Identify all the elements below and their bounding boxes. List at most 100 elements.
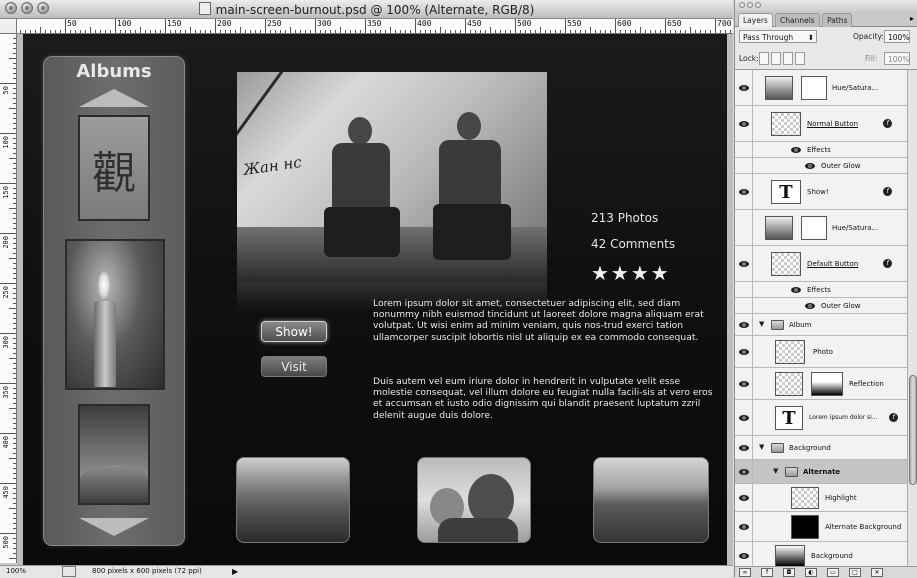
new-group-icon[interactable]: ▭ [827,568,839,577]
outer-glow-effect-row[interactable]: Outer Glow [735,158,907,174]
visibility-toggle[interactable] [735,336,753,367]
visibility-toggle[interactable] [735,158,753,173]
panel-close-icon[interactable] [739,2,745,8]
layer-row-hue-saturation-1[interactable]: Hue/Satura... [735,70,907,106]
vertical-ruler[interactable]: 50100150200250300350400450500550 [0,19,17,563]
visibility-toggle[interactable] [735,174,753,209]
tab-paths[interactable]: Paths [822,13,853,27]
group-expand-triangle-icon[interactable]: ▼ [773,467,778,475]
panel-menu-icon[interactable]: ▸ [910,14,914,23]
delete-layer-icon[interactable]: ✕ [871,568,883,577]
layer-row-hue-saturation-2[interactable]: Hue/Satura... [735,210,907,246]
add-mask-icon[interactable]: ◘ [783,568,795,577]
status-menu-arrow-icon[interactable]: ▶ [232,567,238,576]
ruler-tick [405,30,406,33]
visibility-toggle[interactable] [735,542,753,566]
album-thumbnail-candle[interactable] [65,239,165,390]
effects-badge-icon[interactable]: f [883,187,892,196]
layer-row-background[interactable]: Background [735,542,907,566]
layer-list[interactable]: Hue/Satura... Normal Button f Effects Ou… [735,70,907,566]
blend-mode-select[interactable]: Pass Through ⬍ [739,30,817,43]
effects-badge-icon[interactable]: f [889,413,898,422]
gallery-thumbnail-children[interactable] [417,457,531,543]
layer-effects-row[interactable]: Effects [735,282,907,298]
panel-title-bar[interactable] [735,0,917,11]
ruler-tick [13,478,16,479]
fill-input[interactable]: 100% [884,52,910,65]
visibility-toggle[interactable] [735,436,753,459]
eye-icon[interactable] [805,303,815,309]
eye-icon [739,189,749,195]
scroll-down-arrow-icon[interactable] [79,518,149,536]
album-thumbnail-calligraphy[interactable]: 觀 [78,115,150,221]
layer-row-photo[interactable]: Photo [735,336,907,368]
add-style-icon[interactable]: f [761,568,773,577]
link-layers-icon[interactable]: ∞ [739,568,751,577]
new-layer-icon[interactable]: □ [849,568,861,577]
visibility-toggle[interactable] [735,246,753,281]
document-info-icon[interactable] [62,566,76,577]
lock-move-icon[interactable] [783,52,793,65]
visibility-toggle[interactable] [735,282,753,297]
gallery-thumbnail-city[interactable] [593,457,709,543]
layer-group-alternate[interactable]: ▼ Alternate [735,460,907,484]
layer-row-alternate-background[interactable]: Alternate Background [735,512,907,542]
visibility-toggle[interactable] [735,298,753,313]
canvas-area[interactable]: Albums 觀 Жан нс 213 Photos 42 Comments ★… [17,34,733,565]
layer-row-default-button[interactable]: Default Button f [735,246,907,282]
tab-layers[interactable]: Layers [738,13,773,27]
opacity-input[interactable]: 100% [884,30,910,43]
visibility-toggle[interactable] [735,512,753,541]
layers-scrollbar[interactable] [907,70,917,566]
gallery-thumbnail-hills[interactable] [236,457,350,543]
layer-row-lorem-text[interactable]: T Lorem ipsum dolor si... f [735,400,907,436]
lock-brush-icon[interactable] [771,52,781,65]
outer-glow-effect-row[interactable]: Outer Glow [735,298,907,314]
visibility-toggle[interactable] [735,484,753,511]
visibility-toggle[interactable] [735,400,753,435]
ruler-origin[interactable] [0,19,17,34]
layer-row-highlight[interactable]: Highlight [735,484,907,512]
eye-icon[interactable] [791,287,801,293]
document-title-bar[interactable]: main-screen-burnout.psd @ 100% (Alternat… [0,0,733,19]
ruler-tick [13,323,16,324]
visibility-toggle[interactable] [735,368,753,399]
visibility-toggle[interactable] [735,142,753,157]
eye-icon[interactable] [805,163,815,169]
horizontal-ruler[interactable]: 50 100 150 200 250 300 350 400 450 500 550 600 650 70… [17,19,733,34]
adjustment-layer-icon[interactable]: ◐ [805,568,817,577]
document-canvas[interactable]: Albums 觀 Жан нс 213 Photos 42 Comments ★… [23,34,727,565]
album-thumbnail-landscape[interactable] [78,404,150,505]
effects-badge-icon[interactable]: f [883,259,892,268]
visibility-toggle[interactable] [735,314,753,335]
group-expand-triangle-icon[interactable]: ▼ [759,320,764,328]
panel-minimize-icon[interactable] [747,2,753,8]
scrollbar-thumb[interactable] [909,375,917,485]
rating-stars[interactable]: ★★★★ [591,261,671,285]
visibility-toggle[interactable] [735,106,753,141]
layer-group-background[interactable]: ▼ Background [735,436,907,460]
visibility-toggle[interactable] [735,210,753,245]
featured-photo[interactable]: Жан нс [237,72,547,282]
lock-transparency-icon[interactable] [759,52,769,65]
lock-all-icon[interactable] [795,52,805,65]
zoom-level[interactable]: 100% [6,567,26,575]
layer-effects-row[interactable]: Effects [735,142,907,158]
group-expand-triangle-icon[interactable]: ▼ [759,443,764,451]
panel-zoom-icon[interactable] [755,2,761,8]
ruler-tick [9,58,16,59]
scroll-up-arrow-icon[interactable] [79,89,149,107]
visibility-toggle[interactable] [735,460,753,483]
layer-row-show-text[interactable]: T Show! f [735,174,907,210]
layer-row-reflection[interactable]: Reflection [735,368,907,400]
ruler-tick [380,30,381,33]
effects-badge-icon[interactable]: f [883,119,892,128]
visit-button[interactable]: Visit [261,356,327,377]
ruler-tick [180,30,181,33]
show-button[interactable]: Show! [261,321,327,342]
layer-row-normal-button[interactable]: Normal Button f [735,106,907,142]
tab-channels[interactable]: Channels [775,13,820,27]
visibility-toggle[interactable] [735,70,753,105]
layer-group-album[interactable]: ▼ Album [735,314,907,336]
eye-icon[interactable] [791,147,801,153]
